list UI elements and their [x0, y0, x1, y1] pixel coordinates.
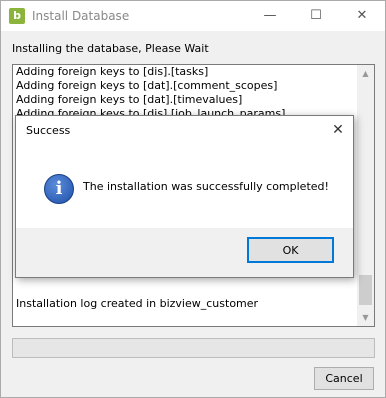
scroll-down-arrow-icon[interactable]: ▼ [357, 309, 374, 326]
install-database-window: b Install Database — ☐ ✕ Installing the … [0, 0, 386, 398]
success-dialog: Success ✕ i The installation was success… [15, 115, 354, 278]
log-line: Adding foreign keys to [dis].[tasks] [16, 65, 209, 78]
scrollbar-thumb[interactable] [359, 275, 372, 305]
log-line: Adding foreign keys to [dat].[timevalues… [16, 93, 243, 106]
log-line-final: Installation log created in bizview_cust… [16, 297, 259, 310]
ok-button[interactable]: OK [247, 237, 334, 263]
maximize-button[interactable]: ☐ [293, 1, 339, 31]
log-line: Adding foreign keys to [dat].[comment_sc… [16, 79, 278, 92]
dialog-title: Success [26, 124, 71, 137]
dialog-close-icon[interactable]: ✕ [328, 120, 348, 140]
close-window-button[interactable]: ✕ [339, 1, 385, 31]
title-bar[interactable]: b Install Database — ☐ ✕ [1, 1, 385, 31]
dialog-button-area: OK [16, 228, 353, 277]
log-scrollbar[interactable]: ▲ ▼ [357, 65, 374, 326]
information-icon: i [44, 174, 74, 204]
window-title: Install Database [32, 9, 130, 23]
app-icon: b [9, 8, 25, 24]
install-progress-bar [12, 338, 375, 358]
status-label: Installing the database, Please Wait [12, 42, 209, 55]
dialog-message: The installation was successfully comple… [83, 180, 329, 193]
minimize-button[interactable]: — [247, 1, 293, 31]
cancel-button[interactable]: Cancel [314, 367, 374, 390]
scroll-up-arrow-icon[interactable]: ▲ [357, 65, 374, 82]
